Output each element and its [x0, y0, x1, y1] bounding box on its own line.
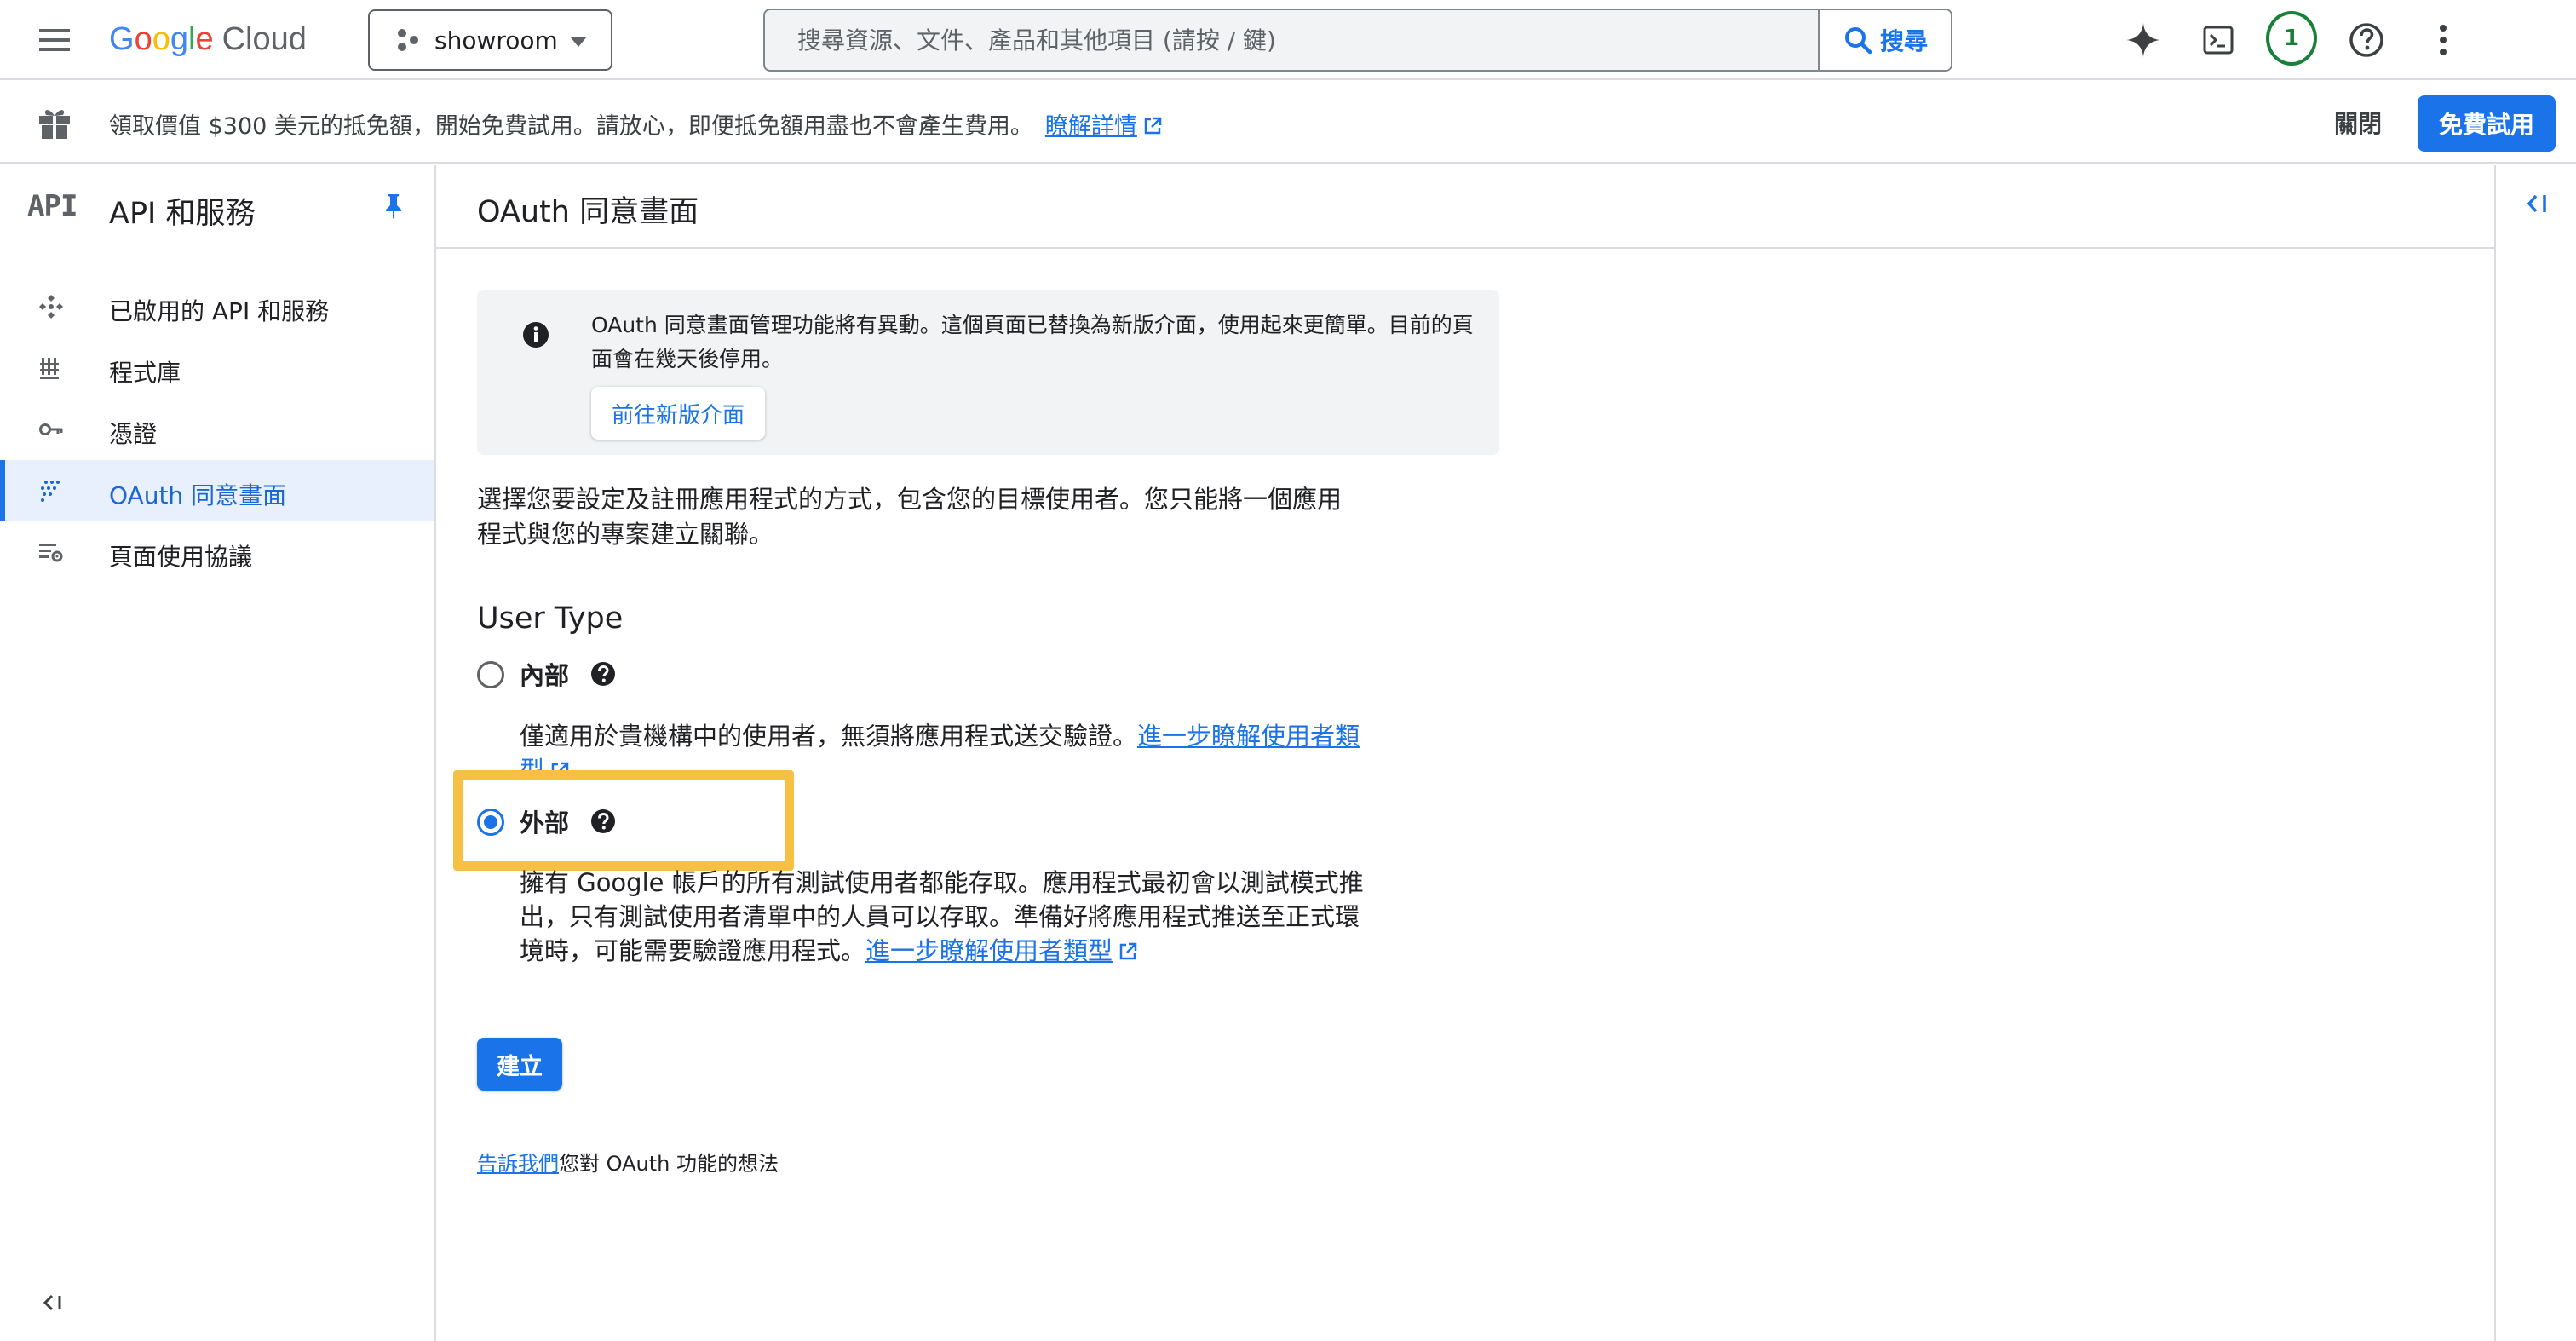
search-field-wrap: [765, 10, 1818, 70]
promo-learn-more-link[interactable]: 瞭解詳情: [1045, 113, 1163, 140]
logo-cloud: Cloud: [221, 20, 307, 57]
search-button-label: 搜尋: [1879, 27, 1928, 55]
right-rail: [2494, 165, 2576, 1341]
collapse-nav-icon[interactable]: [41, 1290, 66, 1315]
sidebar-item-label: 程式庫: [109, 359, 181, 387]
go-to-new-ui-button[interactable]: 前往新版介面: [591, 387, 765, 440]
sidebar-item-enabled-apis[interactable]: 已啟用的 API 和服務: [0, 276, 434, 337]
pin-icon[interactable]: [382, 193, 405, 220]
feedback-text: 您對 OAuth 功能的想法: [559, 1152, 779, 1176]
search-bar: 搜尋: [763, 9, 1952, 72]
option-internal-description: 僅適用於貴機構中的使用者，無須將應用程式送交驗證。進一步瞭解使用者類型: [520, 719, 1371, 772]
external-learn-more-label: 進一步瞭解使用者類型: [865, 936, 1113, 965]
option-internal-text: 僅適用於貴機構中的使用者，無須將應用程式送交驗證。: [520, 722, 1138, 751]
free-trial-button[interactable]: 免費試用: [2418, 95, 2556, 152]
oauth-dots-icon: [41, 481, 60, 502]
key-icon: [39, 423, 63, 435]
google-cloud-logo[interactable]: Google Cloud: [109, 15, 307, 63]
sidebar-item-library[interactable]: 程式庫: [0, 337, 434, 399]
project-dots-icon: [398, 29, 418, 51]
promo-learn-more-label: 瞭解詳情: [1044, 113, 1137, 140]
settings-list-icon: [39, 544, 63, 562]
feedback-line: 告訴我們您對 OAuth 功能的想法: [477, 1147, 779, 1177]
page-description: 選擇您要設定及註冊應用程式的方式，包含您的目標使用者。您只能將一個應用程式與您的…: [477, 485, 1343, 549]
sidebar-item-label: 頁面使用協議: [109, 543, 253, 571]
option-external-description: 擁有 Google 帳戶的所有測試使用者都能存取。應用程式最初會以測試模式推出，…: [520, 866, 1371, 968]
cloud-shell-icon[interactable]: [2193, 14, 2244, 66]
option-internal-label: 內部: [520, 661, 570, 690]
help-circle-icon[interactable]: [589, 660, 617, 688]
selection-highlight: [453, 770, 794, 871]
external-link-icon: [1119, 942, 1137, 960]
left-nav: API API 和服務 已啟用的 API 和服務 程式庫 憑證 OAuth 同意…: [0, 165, 436, 1341]
notifications-count: 1: [2283, 26, 2300, 51]
external-link-icon: [1144, 117, 1162, 135]
promo-text: 領取價值 $300 美元的抵免額，開始免費試用。請放心，即便抵免額用盡也不會產生…: [109, 113, 1033, 140]
project-picker[interactable]: showroom: [368, 9, 612, 71]
top-bar: Google Cloud showroom 搜尋 1: [0, 0, 2576, 80]
sidebar-item-page-usage[interactable]: 頁面使用協議: [0, 521, 434, 583]
notice-text: OAuth 同意畫面管理功能將有異動。這個頁面已替換為新版介面，使用起來更簡單。…: [591, 313, 1474, 371]
search-button[interactable]: 搜尋: [1818, 10, 1951, 70]
page-header: OAuth 同意畫面: [436, 165, 2496, 249]
logo-google: Google: [109, 20, 214, 57]
user-type-heading: User Type: [477, 601, 624, 636]
promo-banner: 領取價值 $300 美元的抵免額，開始免費試用。請放心，即便抵免額用盡也不會產生…: [0, 82, 2576, 164]
migration-notice: OAuth 同意畫面管理功能將有異動。這個頁面已替換為新版介面，使用起來更簡單。…: [477, 290, 1499, 455]
nav-header: API API 和服務: [0, 165, 434, 247]
api-hub-icon: [39, 295, 63, 319]
sidebar-item-label: 已啟用的 API 和服務: [109, 297, 330, 325]
feedback-link[interactable]: 告訴我們: [477, 1152, 559, 1176]
more-vert-icon[interactable]: [2418, 14, 2469, 66]
project-name: showroom: [434, 26, 558, 55]
create-button[interactable]: 建立: [477, 1038, 562, 1091]
search-icon: [1844, 27, 1872, 55]
sidebar-item-credentials[interactable]: 憑證: [0, 399, 434, 460]
sidebar-item-label: 憑證: [109, 420, 158, 448]
page-title: OAuth 同意畫面: [477, 195, 699, 229]
promo-dismiss-button[interactable]: 關閉: [2334, 106, 2382, 140]
gemini-icon[interactable]: [2118, 14, 2169, 66]
library-icon: [40, 358, 59, 379]
promo-message: 領取價值 $300 美元的抵免額，開始免費試用。請放心，即便抵免額用盡也不會產生…: [109, 107, 1163, 141]
help-icon[interactable]: [2341, 14, 2392, 66]
radio-internal[interactable]: [477, 661, 504, 688]
sidebar-item-label: OAuth 同意畫面: [109, 481, 287, 509]
gift-icon: [39, 110, 70, 139]
info-icon: [523, 322, 549, 348]
sidebar-item-oauth[interactable]: OAuth 同意畫面: [0, 460, 434, 521]
chevron-down-icon: [570, 37, 587, 47]
api-logo: API: [27, 189, 78, 223]
menu-icon[interactable]: [36, 21, 73, 59]
collapse-panel-icon[interactable]: [2523, 189, 2552, 218]
notifications-badge[interactable]: 1: [2266, 11, 2317, 66]
external-learn-more-link[interactable]: 進一步瞭解使用者類型: [865, 936, 1138, 965]
nav-title: API 和服務: [109, 197, 256, 231]
search-input[interactable]: [797, 26, 1818, 55]
